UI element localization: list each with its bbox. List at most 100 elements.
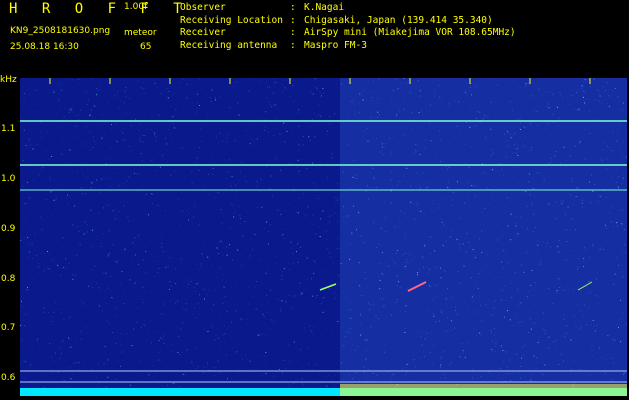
noise-pixel — [190, 280, 192, 282]
noise-pixel — [248, 78, 250, 80]
noise-pixel — [78, 82, 80, 84]
noise-pixel — [61, 139, 63, 141]
noise-pixel — [288, 262, 290, 264]
noise-pixel — [105, 157, 106, 159]
noise-pixel — [37, 382, 39, 384]
noise-pixel — [313, 112, 315, 114]
noise-pixel — [79, 300, 81, 302]
noise-pixel — [23, 325, 25, 327]
noise-pixel — [187, 382, 189, 384]
meteor-count: 65 — [140, 42, 152, 52]
noise-pixel — [112, 210, 114, 212]
noise-pixel — [119, 202, 121, 203]
noise-pixel — [226, 137, 228, 139]
noise-pixel — [273, 321, 275, 323]
noise-pixel — [255, 281, 257, 282]
noise-pixel — [260, 178, 262, 180]
noise-pixel — [170, 285, 172, 287]
noise-pixel — [103, 363, 105, 365]
noise-pixel — [134, 282, 136, 284]
noise-pixel — [256, 185, 258, 187]
noise-pixel — [321, 258, 323, 260]
noise-pixel — [74, 363, 75, 364]
noise-pixel — [45, 117, 47, 119]
noise-pixel — [122, 183, 124, 185]
noise-pixel — [219, 346, 220, 348]
noise-pixel — [29, 366, 31, 368]
noise-pixel — [183, 90, 185, 92]
noise-pixel — [294, 295, 296, 297]
noise-pixel — [142, 286, 143, 288]
noise-pixel — [99, 192, 101, 193]
noise-pixel — [129, 288, 130, 290]
y-tick-label: 0.8 — [1, 274, 16, 284]
noise-pixel — [87, 178, 89, 180]
noise-pixel — [165, 138, 166, 139]
noise-pixel — [197, 169, 199, 171]
noise-pixel — [168, 129, 170, 131]
noise-pixel — [114, 94, 115, 96]
noise-pixel — [90, 210, 92, 211]
noise-pixel — [285, 368, 287, 370]
station-colon: : — [290, 2, 296, 13]
noise-pixel — [101, 178, 103, 180]
noise-pixel — [260, 117, 262, 119]
noise-pixel — [233, 86, 235, 88]
noise-pixel — [112, 332, 113, 334]
noise-pixel — [301, 378, 303, 380]
noise-pixel — [304, 328, 305, 330]
noise-pixel — [58, 308, 60, 310]
noise-pixel — [258, 334, 260, 336]
noise-pixel — [76, 226, 78, 228]
noise-pixel — [201, 219, 203, 221]
noise-pixel — [198, 224, 200, 226]
noise-pixel — [337, 199, 339, 201]
noise-pixel — [219, 132, 221, 134]
noise-pixel — [214, 197, 216, 199]
noise-pixel — [63, 319, 65, 320]
noise-pixel — [235, 194, 237, 196]
noise-pixel — [40, 131, 42, 133]
noise-pixel — [326, 328, 328, 330]
noise-pixel — [200, 274, 202, 276]
noise-pixel — [61, 268, 63, 270]
noise-pixel — [337, 238, 339, 240]
noise-pixel — [223, 134, 225, 136]
noise-pixel — [51, 92, 53, 94]
noise-pixel — [269, 104, 271, 106]
noise-pixel — [199, 147, 200, 148]
noise-pixel — [256, 270, 258, 272]
noise-pixel — [43, 375, 45, 377]
noise-pixel — [273, 376, 275, 378]
noise-pixel — [196, 348, 198, 350]
noise-pixel — [153, 375, 155, 377]
noise-pixel — [250, 86, 252, 88]
noise-pixel — [182, 373, 184, 375]
noise-pixel — [201, 253, 203, 255]
noise-pixel — [36, 340, 38, 342]
noise-pixel — [121, 351, 123, 353]
noise-pixel — [292, 383, 294, 385]
noise-pixel — [21, 126, 22, 128]
noise-pixel — [242, 318, 243, 320]
noise-pixel — [216, 276, 218, 278]
noise-pixel — [218, 192, 220, 194]
noise-pixel — [271, 194, 273, 196]
noise-pixel — [337, 247, 339, 249]
noise-pixel — [160, 337, 162, 339]
noise-pixel — [329, 256, 331, 258]
noise-pixel — [274, 375, 276, 377]
noise-pixel — [41, 136, 43, 138]
noise-pixel — [68, 337, 70, 339]
noise-pixel — [265, 272, 267, 274]
noise-pixel — [180, 366, 182, 368]
noise-pixel — [226, 310, 228, 312]
station-colon: : — [290, 27, 296, 39]
noise-pixel — [328, 252, 330, 254]
noise-pixel — [301, 292, 303, 294]
noise-pixel — [306, 287, 308, 289]
noise-pixel — [198, 269, 200, 271]
noise-pixel — [117, 360, 119, 362]
noise-pixel — [304, 289, 306, 291]
noise-pixel — [59, 347, 61, 349]
